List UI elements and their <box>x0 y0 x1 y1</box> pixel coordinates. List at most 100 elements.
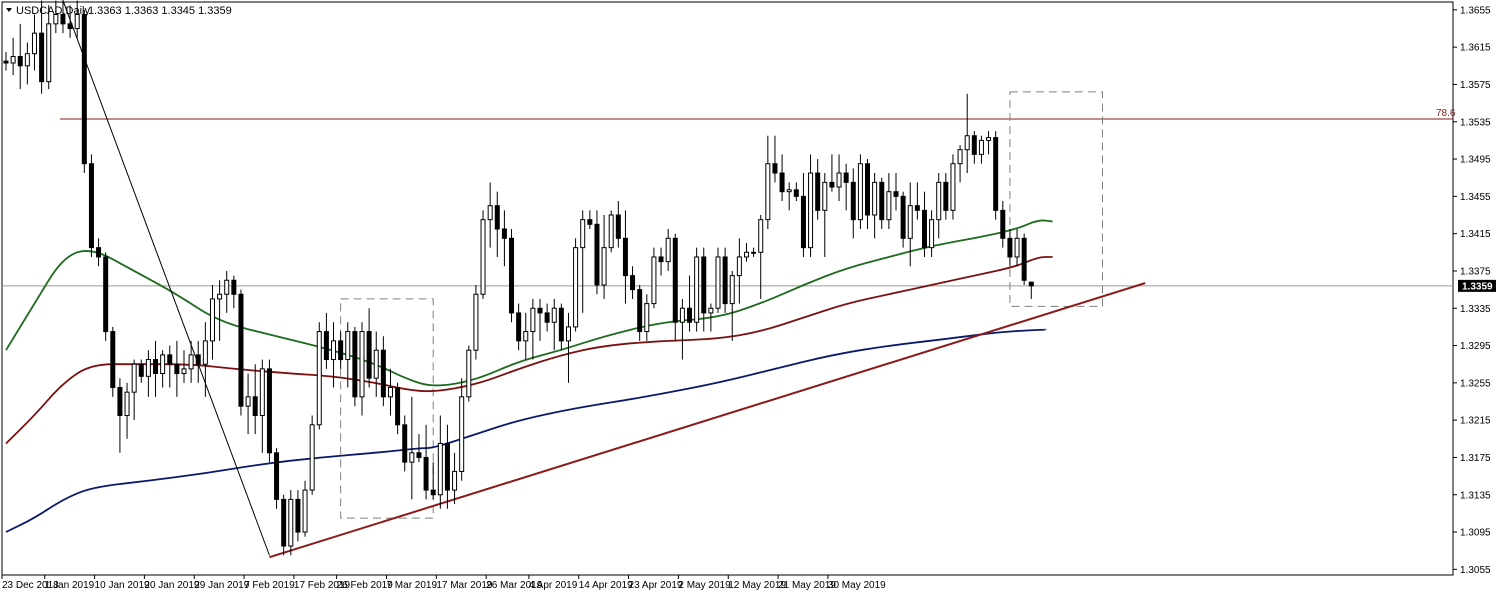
candle-body <box>46 23 52 83</box>
candle-body <box>950 163 956 211</box>
candle-body <box>53 14 59 25</box>
candle-body <box>900 195 906 239</box>
current-price-text: 1.3359 <box>1462 281 1493 292</box>
candle-body <box>907 205 913 239</box>
candle-body <box>3 60 9 64</box>
candle-body <box>181 368 187 375</box>
candle-body <box>359 331 365 398</box>
candle-body <box>523 331 529 342</box>
candle-body <box>786 189 792 193</box>
candle-body <box>466 349 472 398</box>
candle-body <box>252 396 258 416</box>
x-tick-label: 7 Feb 2019 <box>244 580 295 591</box>
candle-body <box>779 172 785 193</box>
x-tick-label: 26 Feb 2019 <box>337 580 394 591</box>
x-tick-label: 30 May 2019 <box>828 580 886 591</box>
candle <box>309 415 315 495</box>
candle-body <box>914 205 920 211</box>
candle-body <box>850 181 856 221</box>
candle-body <box>573 247 579 328</box>
x-tick-label: 20 Jan 2019 <box>144 580 199 591</box>
candle-body <box>131 363 137 393</box>
candle <box>103 252 109 341</box>
candle-body <box>138 363 144 377</box>
candle-body <box>879 181 885 221</box>
candle-body <box>815 172 821 211</box>
candle-body <box>416 452 422 458</box>
candle-body <box>188 354 194 370</box>
candle-body <box>601 247 607 286</box>
candle <box>573 238 579 332</box>
candle-body <box>316 331 322 426</box>
candle-body <box>793 189 799 197</box>
x-tick-label: 17 Mar 2019 <box>436 580 493 591</box>
candle-body <box>722 256 728 305</box>
candle-body <box>986 137 992 141</box>
candle-body <box>886 191 892 221</box>
candle <box>274 448 280 509</box>
candle-body <box>124 391 130 416</box>
candle-body <box>957 149 963 165</box>
y-tick-label: 1.3615 <box>1460 43 1491 54</box>
candle-body <box>338 340 344 361</box>
chart: USDCAD,Daily 1.3363 1.3363 1.3345 1.3359… <box>1 0 1496 591</box>
candle-body <box>615 214 621 239</box>
candle-body <box>145 359 151 377</box>
candle-body <box>202 340 208 365</box>
x-tick-label: 10 Jan 2019 <box>95 580 150 591</box>
candle-body <box>1028 281 1034 287</box>
candle <box>950 154 956 220</box>
candle-body <box>829 181 835 188</box>
candle-body <box>430 489 436 496</box>
candle-body <box>174 363 180 375</box>
candle-body <box>993 137 999 211</box>
candle-body <box>1021 237 1027 281</box>
candle-body <box>501 228 507 239</box>
candle <box>722 247 728 313</box>
candle <box>694 247 700 332</box>
y-tick-label: 1.3255 <box>1460 378 1491 389</box>
candle-body <box>743 251 749 258</box>
candle-body <box>687 307 693 323</box>
candle <box>857 154 863 229</box>
candle-body <box>978 139 984 155</box>
candle-body <box>494 205 500 230</box>
x-tick-label: 14 Apr 2019 <box>579 580 633 591</box>
candle-body <box>857 163 863 221</box>
candle-body <box>60 14 66 25</box>
candle <box>480 210 486 299</box>
candle-body <box>964 135 970 151</box>
candle-body <box>395 387 401 426</box>
candle-body <box>366 331 372 379</box>
candle <box>266 359 272 463</box>
candle-body <box>274 452 280 500</box>
candle-body <box>971 135 977 155</box>
candle-body <box>872 181 878 216</box>
candle-body <box>608 214 614 249</box>
candle <box>715 247 721 313</box>
candle <box>651 247 657 309</box>
candle-body <box>921 209 927 249</box>
candle-body <box>800 195 806 249</box>
candle-body <box>423 456 429 491</box>
y-tick-label: 1.3535 <box>1460 117 1491 128</box>
candle-body <box>209 298 215 342</box>
candle-body <box>160 354 166 375</box>
candle-body <box>943 181 949 211</box>
candle-body <box>103 256 109 333</box>
candle-body <box>580 219 586 249</box>
y-tick-label: 1.3135 <box>1460 490 1491 501</box>
candle-body <box>658 256 664 263</box>
candle-body <box>302 489 308 533</box>
candle-body <box>323 331 329 361</box>
candle-body <box>487 205 493 221</box>
candle <box>352 326 358 407</box>
candle-body <box>558 307 564 342</box>
candle-body <box>701 256 707 314</box>
candle-body <box>459 396 465 472</box>
candle-body <box>587 219 593 225</box>
candle-body <box>509 237 515 314</box>
y-tick-label: 1.3375 <box>1460 266 1491 277</box>
candle-body <box>74 14 80 29</box>
chart-header: USDCAD,Daily 1.3363 1.3363 1.3345 1.3359 <box>6 5 232 17</box>
